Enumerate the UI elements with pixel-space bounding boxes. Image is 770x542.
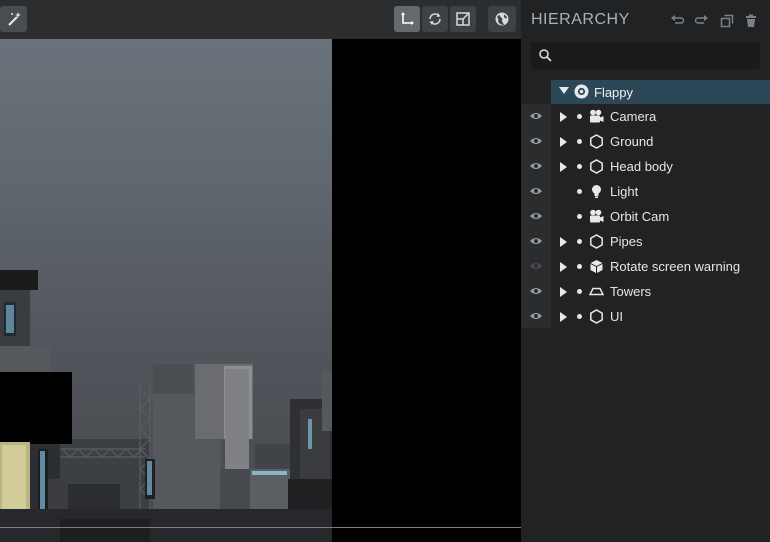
- tree-root-label: Flappy: [594, 85, 634, 100]
- visibility-eye-icon[interactable]: [529, 311, 543, 321]
- tree-root-flappy[interactable]: Flappy: [551, 80, 770, 104]
- scale-tool-button[interactable]: [450, 6, 476, 32]
- entity-hexagon-icon: [590, 134, 603, 149]
- bullet-dot: [577, 114, 582, 119]
- search-icon: [539, 49, 552, 62]
- translate-tool-button[interactable]: [394, 6, 420, 32]
- bullet-dot: [577, 139, 582, 144]
- plane-icon: [589, 287, 604, 296]
- bullet-dot: [577, 264, 582, 269]
- tree-item-label: Camera: [610, 109, 657, 124]
- scene-root-icon: [574, 84, 589, 99]
- tree-item-ground[interactable]: Ground: [521, 129, 770, 154]
- delete-icon[interactable]: [744, 14, 758, 28]
- bullet-dot: [577, 289, 582, 294]
- entity-hexagon-icon: [590, 159, 603, 174]
- tree-item-ui[interactable]: UI: [521, 304, 770, 329]
- panel-title: HIERARCHY: [531, 11, 630, 28]
- city-skyline-render: [0, 270, 332, 542]
- scene-viewport[interactable]: [0, 0, 521, 542]
- tree-item-label: Towers: [610, 284, 652, 299]
- tree-item-towers[interactable]: Towers: [521, 279, 770, 304]
- expand-arrow-icon[interactable]: [560, 162, 567, 172]
- entity-hexagon-icon: [590, 234, 603, 249]
- visibility-eye-icon[interactable]: [529, 286, 543, 296]
- rotate-tool-button[interactable]: [422, 6, 448, 32]
- camera-icon: [590, 209, 604, 223]
- tree-item-rotate-screen-warning[interactable]: Rotate screen warning: [521, 254, 770, 279]
- bullet-dot: [577, 164, 582, 169]
- redo-icon[interactable]: [695, 14, 709, 28]
- collapse-arrow-icon[interactable]: [559, 87, 569, 94]
- expand-arrow-icon[interactable]: [560, 237, 567, 247]
- expand-arrow-icon[interactable]: [560, 112, 567, 122]
- viewport-toolbar: [0, 0, 521, 39]
- tree-item-label: Head body: [610, 159, 673, 174]
- visibility-eye-icon[interactable]: [529, 211, 543, 221]
- translate-gizmo-icon: [401, 12, 414, 25]
- expand-arrow-icon[interactable]: [560, 262, 567, 272]
- tree-item-label: Orbit Cam: [610, 209, 670, 224]
- expand-arrow-icon[interactable]: [560, 287, 567, 297]
- ground-plane-edge: [0, 527, 521, 528]
- magic-wand-icon: [7, 12, 21, 26]
- cube-icon: [590, 260, 603, 273]
- bullet-dot: [577, 189, 582, 194]
- visibility-eye-icon[interactable]: [529, 111, 543, 121]
- world-space-toggle[interactable]: [488, 6, 516, 32]
- visibility-eye-hidden-icon[interactable]: [529, 261, 543, 271]
- visibility-eye-icon[interactable]: [529, 136, 543, 146]
- tree-item-label: Rotate screen warning: [610, 259, 741, 274]
- hierarchy-panel: HIERARCHY Flappy Camera Ground Head body…: [521, 0, 770, 542]
- entity-hexagon-icon: [590, 309, 603, 324]
- visibility-eye-icon[interactable]: [529, 161, 543, 171]
- tree-item-label: Ground: [610, 134, 654, 149]
- undo-icon[interactable]: [670, 14, 684, 28]
- tree-item-label: Pipes: [610, 234, 643, 249]
- bullet-dot: [577, 214, 582, 219]
- tree-item-pipes[interactable]: Pipes: [521, 229, 770, 254]
- world-space-icon: [495, 12, 509, 26]
- magic-wand-button[interactable]: [0, 6, 27, 32]
- visibility-eye-icon[interactable]: [529, 186, 543, 196]
- bullet-dot: [577, 239, 582, 244]
- search-input[interactable]: [559, 46, 749, 65]
- visibility-eye-icon[interactable]: [529, 236, 543, 246]
- hierarchy-search[interactable]: [531, 42, 760, 69]
- camera-icon: [590, 109, 604, 123]
- tree-item-orbit-cam[interactable]: Orbit Cam: [521, 204, 770, 229]
- tree-item-head-body[interactable]: Head body: [521, 154, 770, 179]
- panel-header: HIERARCHY: [521, 0, 770, 40]
- expand-arrow-icon[interactable]: [560, 312, 567, 322]
- bullet-dot: [577, 314, 582, 319]
- tree-item-camera[interactable]: Camera: [521, 104, 770, 129]
- expand-arrow-icon[interactable]: [560, 137, 567, 147]
- rotate-gizmo-icon: [429, 13, 441, 25]
- scale-gizmo-icon: [456, 12, 470, 26]
- tree-item-label: Light: [610, 184, 639, 199]
- tree-item-light[interactable]: Light: [521, 179, 770, 204]
- tree-item-label: UI: [610, 309, 623, 324]
- duplicate-icon[interactable]: [720, 14, 734, 28]
- lightbulb-icon: [592, 185, 601, 198]
- scene-render[interactable]: [0, 39, 332, 542]
